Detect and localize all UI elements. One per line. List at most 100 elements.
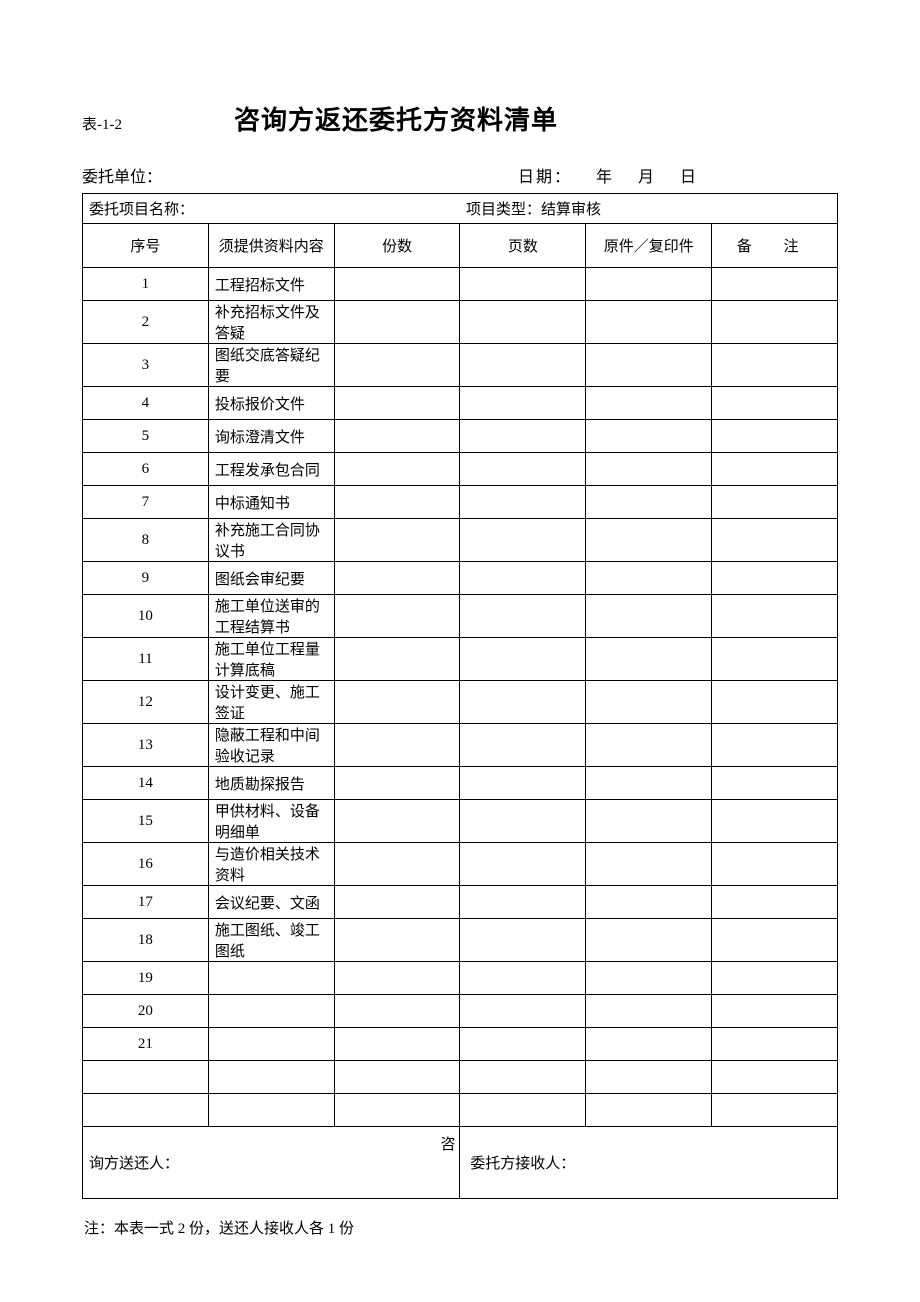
remark-cell <box>712 486 838 519</box>
remark-cell <box>712 420 838 453</box>
table-row: 9图纸会审纪要 <box>83 562 838 595</box>
table-row: 19 <box>83 962 838 995</box>
pages-cell <box>460 268 586 301</box>
copies-cell <box>334 420 460 453</box>
col-content: 须提供资料内容 <box>208 224 334 268</box>
orig-cell <box>586 724 712 767</box>
seq-cell: 4 <box>83 387 209 420</box>
pages-cell <box>460 301 586 344</box>
table-row: 12设计变更、施工签证 <box>83 681 838 724</box>
pages-cell <box>460 1094 586 1127</box>
remark-cell <box>712 724 838 767</box>
copies-cell <box>334 1028 460 1061</box>
copies-cell <box>334 486 460 519</box>
project-name-cell: 委托项目名称： <box>83 194 460 224</box>
seq-cell: 3 <box>83 344 209 387</box>
pages-cell <box>460 387 586 420</box>
date-year-unit: 年 <box>596 169 614 186</box>
returner-cell: 咨 询方送还人： <box>83 1127 460 1199</box>
remark-cell <box>712 387 838 420</box>
content-cell: 补充施工合同协议书 <box>208 519 334 562</box>
returner-prefix: 咨 <box>440 1133 455 1154</box>
copies-cell <box>334 886 460 919</box>
seq-cell: 20 <box>83 995 209 1028</box>
orig-cell <box>586 1028 712 1061</box>
content-cell <box>208 995 334 1028</box>
copies-cell <box>334 767 460 800</box>
seq-cell: 9 <box>83 562 209 595</box>
content-cell: 询标澄清文件 <box>208 420 334 453</box>
copies-cell <box>334 268 460 301</box>
orig-cell <box>586 519 712 562</box>
content-cell: 工程发承包合同 <box>208 453 334 486</box>
seq-cell: 1 <box>83 268 209 301</box>
remark-cell <box>712 800 838 843</box>
remark-cell <box>712 562 838 595</box>
returner-label: 询方送还人： <box>89 1156 179 1172</box>
orig-cell <box>586 344 712 387</box>
table-code: 表-1-2 <box>82 113 122 134</box>
remark-cell <box>712 519 838 562</box>
remark-cell <box>712 919 838 962</box>
receiver-label: 委托方接收人： <box>470 1156 575 1172</box>
seq-cell: 11 <box>83 638 209 681</box>
remark-cell <box>712 995 838 1028</box>
seq-cell: 19 <box>83 962 209 995</box>
orig-cell <box>586 1094 712 1127</box>
content-cell: 图纸交底答疑纪要 <box>208 344 334 387</box>
project-type-cell: 项目类型：结算审核 <box>460 194 838 224</box>
table-row <box>83 1061 838 1094</box>
seq-cell: 8 <box>83 519 209 562</box>
copies-cell <box>334 962 460 995</box>
pages-cell <box>460 1028 586 1061</box>
remark-cell <box>712 638 838 681</box>
copies-cell <box>334 724 460 767</box>
table-row: 3图纸交底答疑纪要 <box>83 344 838 387</box>
date-day-unit: 日 <box>680 169 698 186</box>
copies-cell <box>334 1094 460 1127</box>
page-title: 咨询方返还委托方资料清单 <box>234 100 558 137</box>
content-cell: 设计变更、施工签证 <box>208 681 334 724</box>
col-seq: 序号 <box>83 224 209 268</box>
table-row: 21 <box>83 1028 838 1061</box>
seq-cell: 5 <box>83 420 209 453</box>
date-month-unit: 月 <box>638 169 656 186</box>
pages-cell <box>460 453 586 486</box>
remark-cell <box>712 1028 838 1061</box>
pages-cell <box>460 562 586 595</box>
content-cell: 地质勘探报告 <box>208 767 334 800</box>
document-table: 委托项目名称： 项目类型：结算审核 序号 须提供资料内容 份数 页数 原件／复印… <box>82 193 838 1199</box>
orig-cell <box>586 886 712 919</box>
seq-cell: 18 <box>83 919 209 962</box>
remark-cell <box>712 595 838 638</box>
seq-cell: 16 <box>83 843 209 886</box>
pages-cell <box>460 681 586 724</box>
client-label: 委托单位： <box>82 163 518 187</box>
orig-cell <box>586 387 712 420</box>
copies-cell <box>334 681 460 724</box>
orig-cell <box>586 301 712 344</box>
seq-cell: 7 <box>83 486 209 519</box>
content-cell: 施工图纸、竣工图纸 <box>208 919 334 962</box>
pages-cell <box>460 843 586 886</box>
orig-cell <box>586 962 712 995</box>
table-row: 5询标澄清文件 <box>83 420 838 453</box>
table-row: 8补充施工合同协议书 <box>83 519 838 562</box>
content-cell: 与造价相关技术资料 <box>208 843 334 886</box>
receiver-cell: 委托方接收人： <box>460 1127 838 1199</box>
col-pages: 页数 <box>460 224 586 268</box>
remark-cell <box>712 962 838 995</box>
pages-cell <box>460 519 586 562</box>
seq-cell <box>83 1094 209 1127</box>
content-cell: 补充招标文件及答疑 <box>208 301 334 344</box>
table-row: 18施工图纸、竣工图纸 <box>83 919 838 962</box>
orig-cell <box>586 595 712 638</box>
table-row: 6工程发承包合同 <box>83 453 838 486</box>
seq-cell: 10 <box>83 595 209 638</box>
orig-cell <box>586 1061 712 1094</box>
orig-cell <box>586 843 712 886</box>
seq-cell: 15 <box>83 800 209 843</box>
table-row: 20 <box>83 995 838 1028</box>
orig-cell <box>586 919 712 962</box>
table-row: 11施工单位工程量计算底稿 <box>83 638 838 681</box>
